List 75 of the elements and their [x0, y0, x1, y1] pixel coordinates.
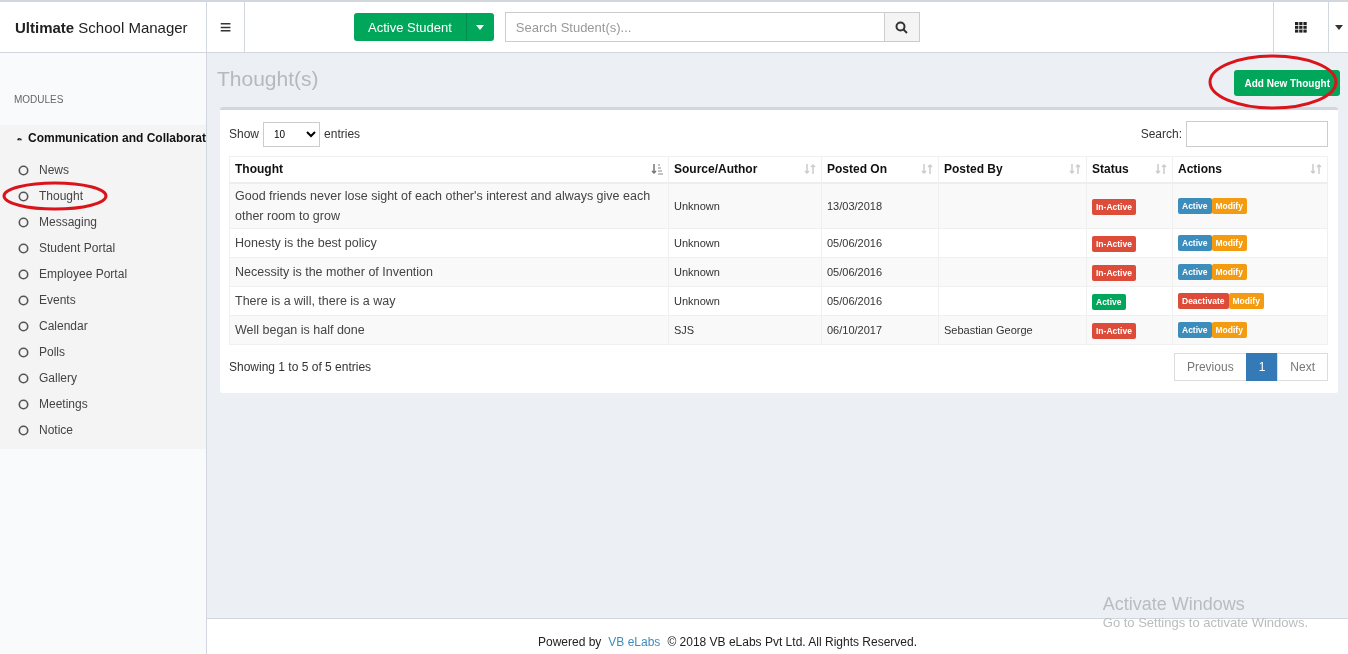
table-cell: 05/06/2016 [821, 286, 939, 315]
table-cell: SJS [668, 315, 822, 344]
caret-icon [1334, 24, 1343, 30]
circle-icon [18, 216, 29, 228]
table-cell: Necessity is the mother of Invention [229, 257, 669, 286]
circle-icon [18, 242, 29, 254]
column-header[interactable]: Actions [1172, 156, 1328, 183]
column-header[interactable]: Status [1086, 156, 1173, 183]
search-button[interactable] [884, 12, 920, 42]
column-header[interactable]: Posted On [821, 156, 939, 183]
activate-button[interactable]: Active [1178, 234, 1212, 251]
search-label: Search: [1140, 127, 1182, 141]
status-badge: Active [1092, 293, 1126, 310]
table-cell: Unknown [668, 228, 822, 257]
sidebar-item[interactable]: Meetings [0, 391, 206, 417]
table-cell: Honesty is the best policy [229, 228, 669, 257]
table-cell: There is a will, there is a way [229, 286, 669, 315]
sidebar-item[interactable]: News [0, 157, 206, 183]
show-label: Show [229, 127, 260, 141]
status-badge: In-Active [1092, 235, 1136, 252]
table-info: Showing 1 to 5 of 5 entries [229, 359, 372, 374]
footer-link[interactable]: VB eLabs [608, 634, 661, 649]
circle-icon [18, 346, 29, 358]
page-title: Thought(s) [217, 67, 319, 91]
table-cell: Good friends never lose sight of each other's interest and always give each other room to grow [229, 182, 669, 228]
circle-icon [18, 294, 29, 306]
pagination-button[interactable]: Previous [1173, 352, 1247, 381]
circle-icon [18, 268, 29, 280]
column-header[interactable]: Thought [229, 156, 669, 183]
sidebar-item[interactable]: Employee Portal [0, 261, 206, 287]
activation-text: Go to Settings to activate Windows. [1102, 615, 1308, 630]
circle-icon [18, 164, 29, 176]
activate-button[interactable]: Active [1178, 263, 1212, 280]
table-search-field[interactable] [1186, 121, 1328, 147]
sidebar-item[interactable]: Messaging [0, 209, 206, 235]
section-label: MODULES [13, 93, 65, 107]
status-badge: In-Active [1092, 264, 1136, 281]
table-cell: 06/10/2017 [821, 315, 939, 344]
table-cell: 13/03/2018 [821, 182, 939, 228]
deactivate-button[interactable]: Deactivate [1178, 292, 1229, 309]
grid-icon [1295, 21, 1307, 33]
footer-text: © 2018 VB eLabs Pvt Ltd. All Rights Reserved. [667, 634, 918, 649]
status-badge: In-Active [1092, 198, 1136, 215]
table-cell: Unknown [668, 182, 822, 228]
activate-button[interactable]: Active [1178, 321, 1212, 338]
table-cell: Well began is half done [229, 315, 669, 344]
status-badge: In-Active [1092, 322, 1136, 339]
sidebar-item[interactable]: Gallery [0, 365, 206, 391]
activate-button[interactable]: Active [1178, 197, 1212, 214]
column-header[interactable]: Posted By [938, 156, 1087, 183]
sidebar-item[interactable]: Calendar [0, 313, 206, 339]
circle-icon [18, 424, 29, 436]
sidebar-item[interactable]: Student Portal [0, 235, 206, 261]
circle-icon [18, 398, 29, 410]
search-icon [895, 20, 909, 34]
circle-icon [18, 190, 29, 202]
table-cell: 05/06/2016 [821, 228, 939, 257]
table-cell: Sebastian George [938, 315, 1087, 344]
pagination-button[interactable]: Next [1277, 352, 1328, 381]
module-group-header[interactable]: Communication and Collaborat [0, 125, 206, 151]
circle-icon [18, 372, 29, 384]
entries-label: entries [324, 127, 361, 141]
page-size-select[interactable]: 10 [263, 121, 321, 147]
sidebar-item[interactable]: Notice [0, 417, 206, 443]
table-cell: Unknown [668, 286, 822, 315]
caret-icon [476, 24, 485, 30]
sidebar-item[interactable]: Polls [0, 339, 206, 365]
footer-text: Powered by [537, 634, 602, 649]
sidebar-item[interactable]: Thought [0, 183, 206, 209]
circle-icon [18, 320, 29, 332]
table-cell: Unknown [668, 257, 822, 286]
student-search-field[interactable]: Search Student(s)... [504, 12, 885, 42]
sidebar-item[interactable]: Events [0, 287, 206, 313]
table-cell: 05/06/2016 [821, 257, 939, 286]
column-header[interactable]: Source/Author [668, 156, 822, 183]
